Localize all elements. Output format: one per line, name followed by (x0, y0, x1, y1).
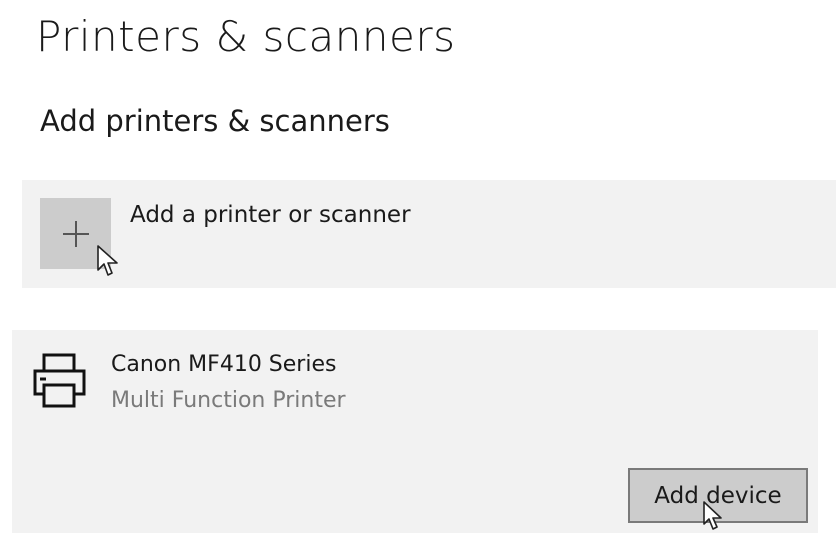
device-type: Multi Function Printer (111, 388, 346, 413)
add-printer-label: Add a printer or scanner (130, 202, 411, 228)
plus-icon (63, 221, 89, 247)
mouse-cursor-icon (97, 245, 118, 276)
device-card[interactable]: Canon MF410 Series Multi Function Printe… (12, 330, 818, 533)
section-title-add-printers: Add printers & scanners (40, 104, 390, 138)
settings-page: Printers & scanners Add printers & scann… (0, 0, 836, 533)
page-title: Printers & scanners (36, 12, 456, 61)
mouse-cursor-icon (703, 501, 722, 530)
add-printer-button[interactable]: Add a printer or scanner (22, 180, 836, 288)
device-name: Canon MF410 Series (111, 352, 337, 377)
printer-icon (33, 353, 86, 408)
